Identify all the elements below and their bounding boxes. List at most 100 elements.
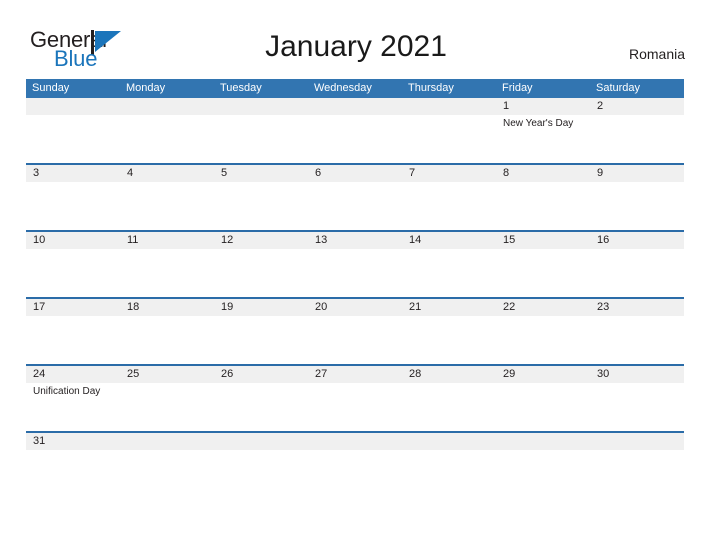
day-event	[402, 182, 496, 184]
weekday-header-monday: Monday	[126, 82, 166, 94]
day-number[interactable]: 7	[402, 165, 496, 182]
week-event-band	[26, 450, 684, 452]
day-number[interactable]: 11	[120, 232, 214, 249]
day-number[interactable]: 13	[308, 232, 402, 249]
day-number[interactable]	[308, 98, 402, 115]
day-number[interactable]: 30	[590, 366, 684, 383]
day-event	[590, 316, 684, 318]
day-number[interactable]: 16	[590, 232, 684, 249]
day-event	[308, 383, 402, 398]
day-number[interactable]: 5	[214, 165, 308, 182]
day-event	[590, 115, 684, 130]
day-number[interactable]	[402, 98, 496, 115]
week-event-band: New Year's Day	[26, 115, 684, 130]
day-number[interactable]	[214, 433, 308, 450]
day-event	[496, 249, 590, 251]
day-number[interactable]	[26, 98, 120, 115]
day-number[interactable]: 2	[590, 98, 684, 115]
calendar-page: General Blue January 2021 Romania Sunday…	[0, 0, 712, 550]
day-number[interactable]: 8	[496, 165, 590, 182]
day-event	[308, 316, 402, 318]
day-event	[120, 182, 214, 184]
day-number[interactable]: 6	[308, 165, 402, 182]
day-number[interactable]: 21	[402, 299, 496, 316]
day-number[interactable]: 31	[26, 433, 120, 450]
country-label: Romania	[628, 46, 685, 62]
day-event	[308, 182, 402, 184]
day-number[interactable]: 29	[496, 366, 590, 383]
day-number[interactable]: 4	[120, 165, 214, 182]
weekday-header-saturday: Saturday	[596, 82, 641, 94]
day-number[interactable]: 17	[26, 299, 120, 316]
day-number[interactable]	[402, 433, 496, 450]
weekday-header-thursday: Thursday	[408, 82, 454, 94]
calendar-week-row: 3 4 5 6 7 8 9	[26, 163, 684, 230]
week-event-band	[26, 249, 684, 251]
day-number[interactable]: 10	[26, 232, 120, 249]
day-number[interactable]	[308, 433, 402, 450]
day-number[interactable]: 28	[402, 366, 496, 383]
day-number[interactable]: 19	[214, 299, 308, 316]
calendar-week-row: 17 18 19 20 21 22 23	[26, 297, 684, 364]
day-number[interactable]: 22	[496, 299, 590, 316]
calendar-week-row: 24 25 26 27 28 29 30 Unification Day	[26, 364, 684, 431]
day-event	[308, 115, 402, 130]
day-number[interactable]: 3	[26, 165, 120, 182]
day-event	[590, 249, 684, 251]
day-number[interactable]: 15	[496, 232, 590, 249]
day-event	[214, 115, 308, 130]
day-number[interactable]	[120, 433, 214, 450]
day-number[interactable]: 18	[120, 299, 214, 316]
day-event	[590, 450, 684, 452]
day-number[interactable]: 1	[496, 98, 590, 115]
day-event	[496, 450, 590, 452]
day-event	[26, 316, 120, 318]
day-number[interactable]	[590, 433, 684, 450]
day-event	[26, 450, 120, 452]
calendar-week-row: 1 2 New Year's Day	[26, 98, 684, 163]
day-number[interactable]: 25	[120, 366, 214, 383]
day-event: New Year's Day	[503, 118, 574, 129]
week-number-band: 10 11 12 13 14 15 16	[26, 232, 684, 249]
day-number[interactable]: 26	[214, 366, 308, 383]
week-event-band	[26, 182, 684, 184]
day-event	[496, 316, 590, 318]
day-event	[120, 249, 214, 251]
weekday-header-tuesday: Tuesday	[220, 82, 262, 94]
day-number[interactable]	[496, 433, 590, 450]
day-number[interactable]: 14	[402, 232, 496, 249]
page-title: January 2021	[265, 30, 447, 63]
week-number-band: 17 18 19 20 21 22 23	[26, 299, 684, 316]
weekday-header-wednesday: Wednesday	[314, 82, 372, 94]
day-number[interactable]	[120, 98, 214, 115]
day-event	[496, 383, 590, 398]
week-number-band: 31	[26, 433, 684, 450]
day-event	[214, 316, 308, 318]
weekday-header-sunday: Sunday	[32, 82, 70, 94]
day-event	[120, 316, 214, 318]
day-event	[402, 450, 496, 452]
day-event	[214, 249, 308, 251]
day-event	[214, 383, 308, 398]
calendar-grid: Sunday Monday Tuesday Wednesday Thursday…	[26, 79, 684, 459]
day-number[interactable]: 27	[308, 366, 402, 383]
day-number[interactable]: 24	[26, 366, 120, 383]
week-event-band: Unification Day	[26, 383, 684, 398]
day-event	[590, 182, 684, 184]
day-event	[120, 383, 214, 398]
week-number-band: 3 4 5 6 7 8 9	[26, 165, 684, 182]
week-event-band	[26, 316, 684, 318]
day-number[interactable]: 9	[590, 165, 684, 182]
day-number[interactable]	[214, 98, 308, 115]
day-event	[590, 383, 684, 398]
weekday-header-row: Sunday Monday Tuesday Wednesday Thursday…	[26, 79, 684, 98]
day-number[interactable]: 20	[308, 299, 402, 316]
day-event	[402, 383, 496, 398]
day-event	[402, 249, 496, 251]
day-number[interactable]: 23	[590, 299, 684, 316]
day-number[interactable]: 12	[214, 232, 308, 249]
day-event	[402, 316, 496, 318]
day-event	[214, 450, 308, 452]
week-number-band: 1 2	[26, 98, 684, 115]
week-number-band: 24 25 26 27 28 29 30	[26, 366, 684, 383]
